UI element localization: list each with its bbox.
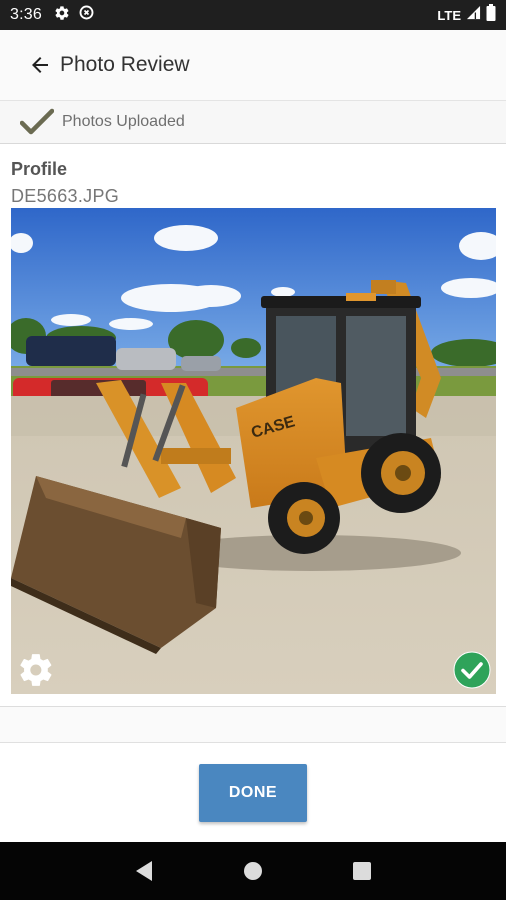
photo-filename: DE5663.JPG: [11, 186, 120, 206]
photo-image[interactable]: CASE: [11, 208, 496, 694]
page-title: Photo Review: [60, 53, 190, 76]
status-time: 3:36: [10, 6, 42, 23]
gear-icon: [20, 654, 52, 686]
toolbar: Photo Review: [0, 30, 506, 100]
check-circle-icon: [453, 651, 491, 689]
footer: DONE: [0, 742, 506, 842]
done-button[interactable]: DONE: [199, 764, 307, 822]
signal-icon: [466, 5, 481, 25]
status-notification-icons: [54, 4, 95, 26]
nav-recents-button[interactable]: [342, 851, 382, 891]
photo-card: Profile DE5663.JPG CASE: [0, 144, 506, 706]
battery-icon: [486, 4, 496, 26]
nav-home-button[interactable]: [233, 851, 273, 891]
network-type: LTE: [437, 7, 461, 23]
back-button[interactable]: [22, 47, 58, 83]
back-triangle-icon: [136, 861, 153, 881]
nav-back-button[interactable]: [124, 851, 164, 891]
settings-icon: [54, 5, 70, 26]
checkmark-icon: [20, 107, 54, 137]
upload-status-banner: Photos Uploaded: [0, 100, 506, 144]
photo-label: Profile: [11, 159, 68, 179]
photo-review-screen: 3:36 LTE Photo Review Photos Uploaded Pr…: [0, 0, 506, 900]
status-system-icons: LTE: [437, 4, 496, 26]
status-bar: 3:36 LTE: [0, 0, 506, 30]
system-nav-bar: [0, 842, 506, 900]
home-circle-icon: [243, 862, 262, 880]
data-saver-icon: [78, 4, 95, 26]
divider: [0, 706, 506, 742]
upload-status-text: Photos Uploaded: [62, 113, 185, 130]
arrow-left-icon: [32, 57, 48, 73]
recents-square-icon: [352, 862, 371, 880]
photo-settings-button[interactable]: [16, 650, 56, 690]
